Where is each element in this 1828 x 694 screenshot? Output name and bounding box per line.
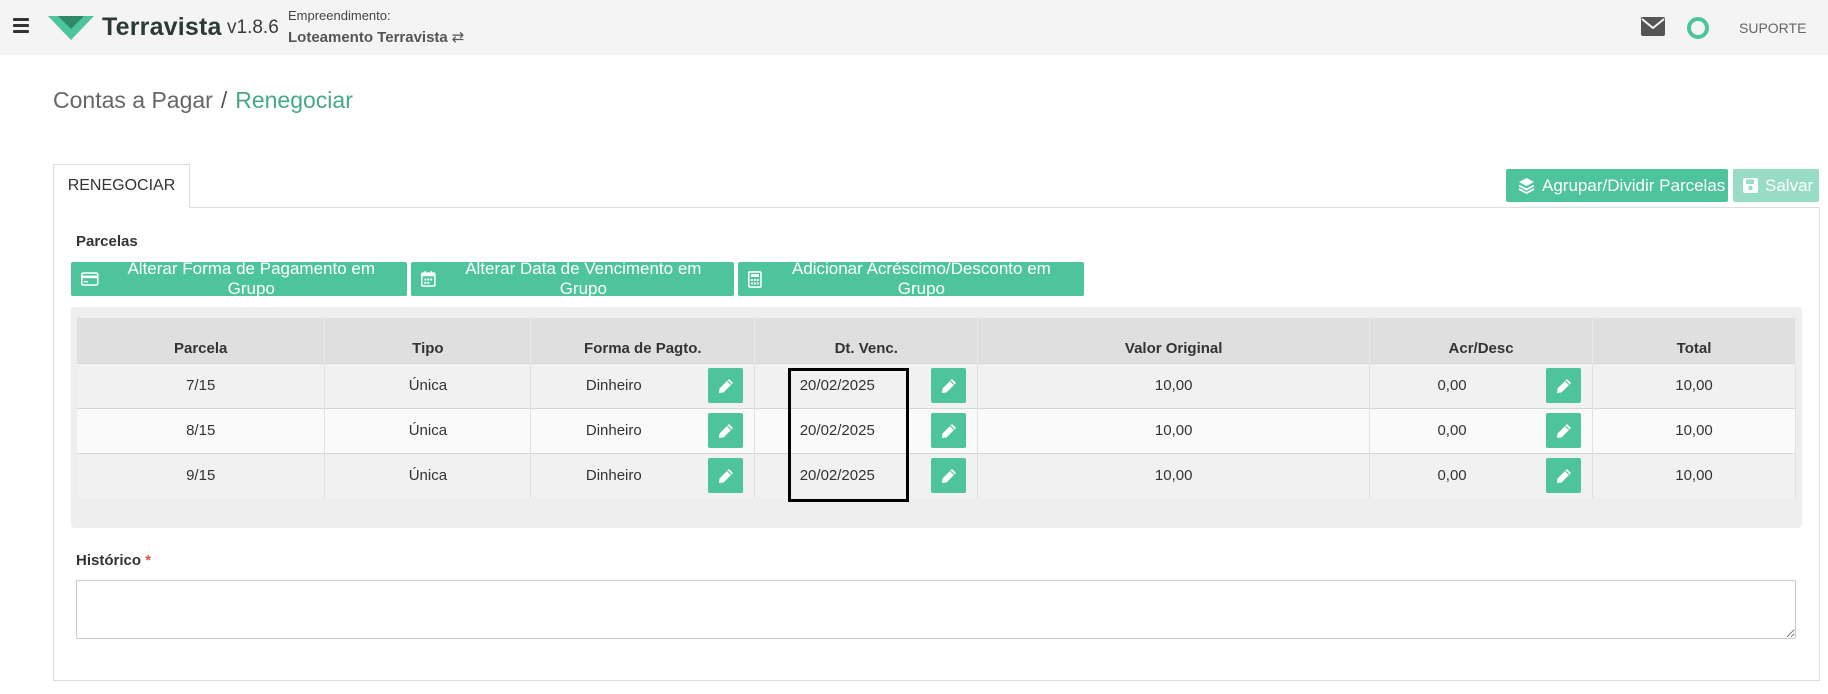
cell-parcela: 9/15 bbox=[77, 452, 326, 498]
breadcrumb-parent[interactable]: Contas a Pagar bbox=[53, 87, 213, 113]
cell-tipo: Única bbox=[324, 452, 532, 498]
credit-card-icon bbox=[81, 272, 99, 286]
alterar-data-vencimento-grupo-button[interactable]: Alterar Data de Vencimento em Grupo bbox=[411, 259, 734, 298]
cell-vencimento-value: 20/02/2025 bbox=[799, 467, 875, 485]
table-row: 9/15 Única Dinheiro 20/02/2025 10,00 0,0… bbox=[77, 452, 1796, 498]
edit-forma-button[interactable] bbox=[708, 368, 744, 403]
edit-acr-desc-button[interactable] bbox=[1546, 368, 1582, 403]
adicionar-acrescimo-desconto-label: Adicionar Acréscimo/Desconto em Grupo bbox=[791, 259, 1051, 298]
cell-acr-desc-value: 0,00 bbox=[1437, 377, 1467, 394]
edit-acr-desc-button[interactable] bbox=[1546, 458, 1582, 494]
table-row: 7/15 Única Dinheiro 20/02/2025 10,00 0,0… bbox=[77, 362, 1796, 408]
calendar-icon bbox=[421, 271, 436, 287]
app-version: v1.8.6 bbox=[227, 17, 279, 38]
pencil-icon bbox=[1556, 423, 1571, 438]
cell-acr-desc-value: 0,00 bbox=[1437, 422, 1467, 439]
breadcrumb-separator: / bbox=[220, 87, 228, 113]
cell-forma: Dinheiro bbox=[530, 452, 756, 498]
pencil-icon bbox=[718, 423, 733, 438]
historico-label-text: Histórico bbox=[76, 552, 142, 569]
salvar-button[interactable]: Salvar bbox=[1733, 169, 1819, 202]
column-header-total: Total bbox=[1592, 318, 1796, 363]
cell-forma-value: Dinheiro bbox=[585, 467, 642, 485]
edit-vencimento-button[interactable] bbox=[931, 458, 967, 494]
cell-forma: Dinheiro bbox=[530, 407, 756, 453]
cell-acr-desc: 0,00 bbox=[1369, 362, 1594, 408]
salvar-label: Salvar bbox=[1765, 175, 1814, 195]
column-header-forma-pagto: Forma de Pagto. bbox=[530, 318, 756, 363]
logo-icon bbox=[48, 16, 94, 40]
top-bar: Terravista v1.8.6 Empreendimento: Loteam… bbox=[0, 0, 1828, 55]
brand-name: Terravista bbox=[102, 13, 222, 41]
tab-renegociar[interactable]: RENEGOCIAR bbox=[53, 164, 190, 208]
agrupar-dividir-button[interactable]: Agrupar/Dividir Parcelas bbox=[1506, 169, 1728, 202]
parcelas-table-container: Parcela Tipo Forma de Pagto. Dt. Venc. V… bbox=[71, 307, 1802, 528]
historico-textarea[interactable] bbox=[76, 580, 1796, 639]
edit-forma-button[interactable] bbox=[708, 458, 744, 494]
column-header-parcela: Parcela bbox=[77, 318, 326, 363]
alterar-forma-pagamento-grupo-button[interactable]: Alterar Forma de Pagamento em Grupo bbox=[71, 259, 407, 298]
column-header-acr-desc: Acr/Desc bbox=[1369, 318, 1594, 363]
pencil-icon bbox=[941, 423, 956, 438]
cell-acr-desc: 0,00 bbox=[1369, 452, 1594, 498]
column-header-dt-venc: Dt. Venc. bbox=[754, 318, 979, 363]
adicionar-acrescimo-desconto-grupo-button[interactable]: Adicionar Acréscimo/Desconto em Grupo bbox=[738, 259, 1084, 298]
save-icon bbox=[1743, 178, 1758, 193]
empreendimento-name: Loteamento Terravista bbox=[288, 29, 448, 46]
cell-total: 10,00 bbox=[1592, 452, 1796, 498]
cell-tipo: Única bbox=[324, 407, 532, 453]
edit-forma-button[interactable] bbox=[708, 413, 744, 448]
pencil-icon bbox=[718, 468, 733, 483]
breadcrumb: Contas a Pagar / Renegociar bbox=[53, 87, 353, 114]
column-header-valor-original: Valor Original bbox=[977, 318, 1371, 363]
support-link[interactable]: SUPORTE bbox=[1739, 20, 1806, 36]
breadcrumb-current: Renegociar bbox=[235, 87, 353, 113]
cell-vencimento: 20/02/2025 bbox=[754, 407, 979, 453]
cell-forma: Dinheiro bbox=[530, 362, 756, 408]
cell-parcela: 8/15 bbox=[77, 407, 326, 453]
cell-acr-desc-value: 0,00 bbox=[1437, 467, 1467, 485]
empreendimento-selector[interactable]: Loteamento Terravista ⇄ bbox=[288, 28, 464, 46]
edit-acr-desc-button[interactable] bbox=[1546, 413, 1582, 448]
cell-parcela: 7/15 bbox=[77, 362, 326, 408]
cell-vencimento: 20/02/2025 bbox=[754, 452, 979, 498]
empreendimento-label: Empreendimento: bbox=[288, 8, 391, 23]
mail-icon[interactable] bbox=[1641, 17, 1665, 36]
parcelas-table: Parcela Tipo Forma de Pagto. Dt. Venc. V… bbox=[77, 318, 1796, 498]
cell-forma-value: Dinheiro bbox=[585, 377, 642, 394]
parcelas-label: Parcelas bbox=[76, 233, 138, 250]
cell-vencimento: 20/02/2025 bbox=[754, 362, 979, 408]
cell-total: 10,00 bbox=[1592, 362, 1796, 408]
pencil-icon bbox=[941, 378, 956, 393]
alterar-data-vencimento-label: Alterar Data de Vencimento em Grupo bbox=[465, 259, 702, 298]
pencil-icon bbox=[1556, 468, 1571, 483]
pencil-icon bbox=[941, 468, 956, 483]
table-row: 8/15 Única Dinheiro 20/02/2025 10,00 0,0… bbox=[77, 407, 1796, 453]
pencil-icon bbox=[1556, 378, 1571, 393]
alterar-forma-pagamento-label: Alterar Forma de Pagamento em Grupo bbox=[127, 259, 376, 298]
table-header-row: Parcela Tipo Forma de Pagto. Dt. Venc. V… bbox=[77, 318, 1796, 363]
menu-icon[interactable] bbox=[13, 18, 29, 33]
cell-acr-desc: 0,00 bbox=[1369, 407, 1594, 453]
cell-vencimento-value: 20/02/2025 bbox=[799, 422, 875, 439]
edit-vencimento-button[interactable] bbox=[931, 413, 967, 448]
cell-vencimento-value: 20/02/2025 bbox=[799, 377, 875, 394]
agrupar-dividir-label: Agrupar/Dividir Parcelas bbox=[1542, 175, 1726, 195]
calculator-icon bbox=[748, 270, 762, 288]
edit-vencimento-button[interactable] bbox=[931, 368, 967, 403]
required-mark: * bbox=[145, 552, 152, 569]
layers-icon bbox=[1518, 178, 1535, 194]
historico-label: Histórico * bbox=[76, 552, 151, 569]
cell-valor-original: 10,00 bbox=[977, 362, 1371, 408]
cell-forma-value: Dinheiro bbox=[585, 422, 642, 439]
swap-icon[interactable]: ⇄ bbox=[452, 29, 465, 46]
cell-valor-original: 10,00 bbox=[977, 407, 1371, 453]
cell-valor-original: 10,00 bbox=[977, 452, 1371, 498]
column-header-tipo: Tipo bbox=[324, 318, 532, 363]
cell-total: 10,00 bbox=[1592, 407, 1796, 453]
status-icon[interactable] bbox=[1687, 17, 1709, 39]
pencil-icon bbox=[718, 378, 733, 393]
cell-tipo: Única bbox=[324, 362, 532, 408]
